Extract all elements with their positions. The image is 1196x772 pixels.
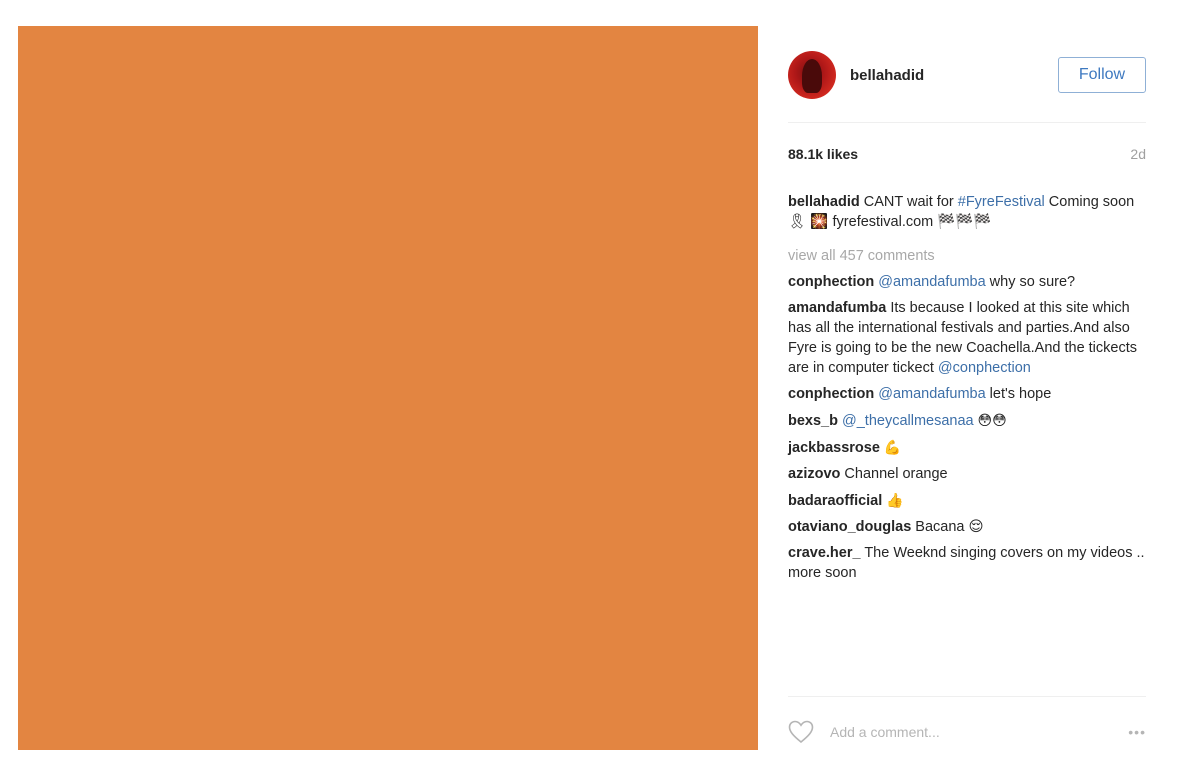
comment-username[interactable]: badaraofficial bbox=[788, 493, 882, 509]
post-sidebar: bellahadid Follow 88.1k likes 2d bellaha… bbox=[758, 26, 1178, 750]
comment-username[interactable]: conphection bbox=[788, 386, 874, 402]
comment-item: azizovo Channel orange bbox=[788, 464, 1150, 484]
heart-icon[interactable] bbox=[788, 720, 814, 744]
instagram-post-page: bellahadid Follow 88.1k likes 2d bellaha… bbox=[0, 0, 1196, 772]
comment-item: badaraofficial 👍 bbox=[788, 490, 1150, 511]
comment-item: otaviano_douglas Bacana 😌 bbox=[788, 517, 1150, 537]
avatar[interactable] bbox=[788, 51, 836, 99]
comments-section: bellahadid CANT wait for #FyreFestival C… bbox=[788, 192, 1150, 589]
comment-text: let's hope bbox=[985, 386, 1052, 402]
comment-username[interactable]: azizovo bbox=[788, 466, 840, 482]
comment-username[interactable]: otaviano_douglas bbox=[788, 519, 911, 535]
more-options-icon[interactable]: ••• bbox=[1128, 724, 1146, 740]
follow-button[interactable]: Follow bbox=[1058, 57, 1146, 93]
likes-row: 88.1k likes 2d bbox=[788, 146, 1146, 162]
comment-item: jackbassrose 💪 bbox=[788, 437, 1150, 458]
comment-mention[interactable]: @conphection bbox=[938, 360, 1031, 376]
comment-username[interactable]: jackbassrose bbox=[788, 440, 880, 456]
comment-text: Channel orange bbox=[840, 466, 948, 482]
header-username[interactable]: bellahadid bbox=[850, 67, 1058, 84]
comment-text: 💪 bbox=[879, 439, 902, 455]
comment-input[interactable] bbox=[828, 723, 1129, 741]
comment-mention[interactable]: @amandafumba bbox=[878, 386, 985, 402]
comment-username[interactable]: bexs_b bbox=[788, 413, 838, 429]
footer-divider bbox=[788, 696, 1146, 697]
header-divider bbox=[788, 122, 1146, 123]
caption-username[interactable]: bellahadid bbox=[788, 194, 860, 210]
comment-username[interactable]: crave.her_ bbox=[788, 545, 861, 561]
comment-username[interactable]: amandafumba bbox=[788, 300, 886, 316]
post-time[interactable]: 2d bbox=[1130, 146, 1146, 162]
comment-mention[interactable]: @amandafumba bbox=[878, 274, 985, 290]
comment-text: 👍 bbox=[882, 492, 904, 508]
add-comment-row: ••• bbox=[788, 718, 1146, 746]
post-header: bellahadid Follow bbox=[788, 46, 1146, 104]
comment-text: 😳😳 bbox=[973, 412, 1007, 428]
comment-text: why so sure? bbox=[985, 274, 1076, 290]
post-image[interactable] bbox=[18, 26, 758, 750]
caption: bellahadid CANT wait for #FyreFestival C… bbox=[788, 192, 1150, 232]
likes-count[interactable]: 88.1k likes bbox=[788, 146, 858, 162]
comment-item: conphection @amandafumba why so sure? bbox=[788, 272, 1150, 292]
comment-item: crave.her_ The Weeknd singing covers on … bbox=[788, 543, 1150, 583]
view-all-comments-link[interactable]: view all 457 comments bbox=[788, 246, 1150, 266]
caption-hashtag[interactable]: #FyreFestival bbox=[958, 194, 1045, 210]
comment-text: Bacana 😌 bbox=[911, 519, 984, 535]
comment-username[interactable]: conphection bbox=[788, 274, 874, 290]
comment-item: bexs_b @_theycallmesanaa 😳😳 bbox=[788, 410, 1150, 431]
caption-text-1: CANT wait for bbox=[859, 194, 958, 210]
comment-item: conphection @amandafumba let's hope bbox=[788, 384, 1150, 404]
comment-mention[interactable]: @_theycallmesanaa bbox=[842, 413, 974, 429]
comment-item: amandafumba Its because I looked at this… bbox=[788, 298, 1150, 378]
